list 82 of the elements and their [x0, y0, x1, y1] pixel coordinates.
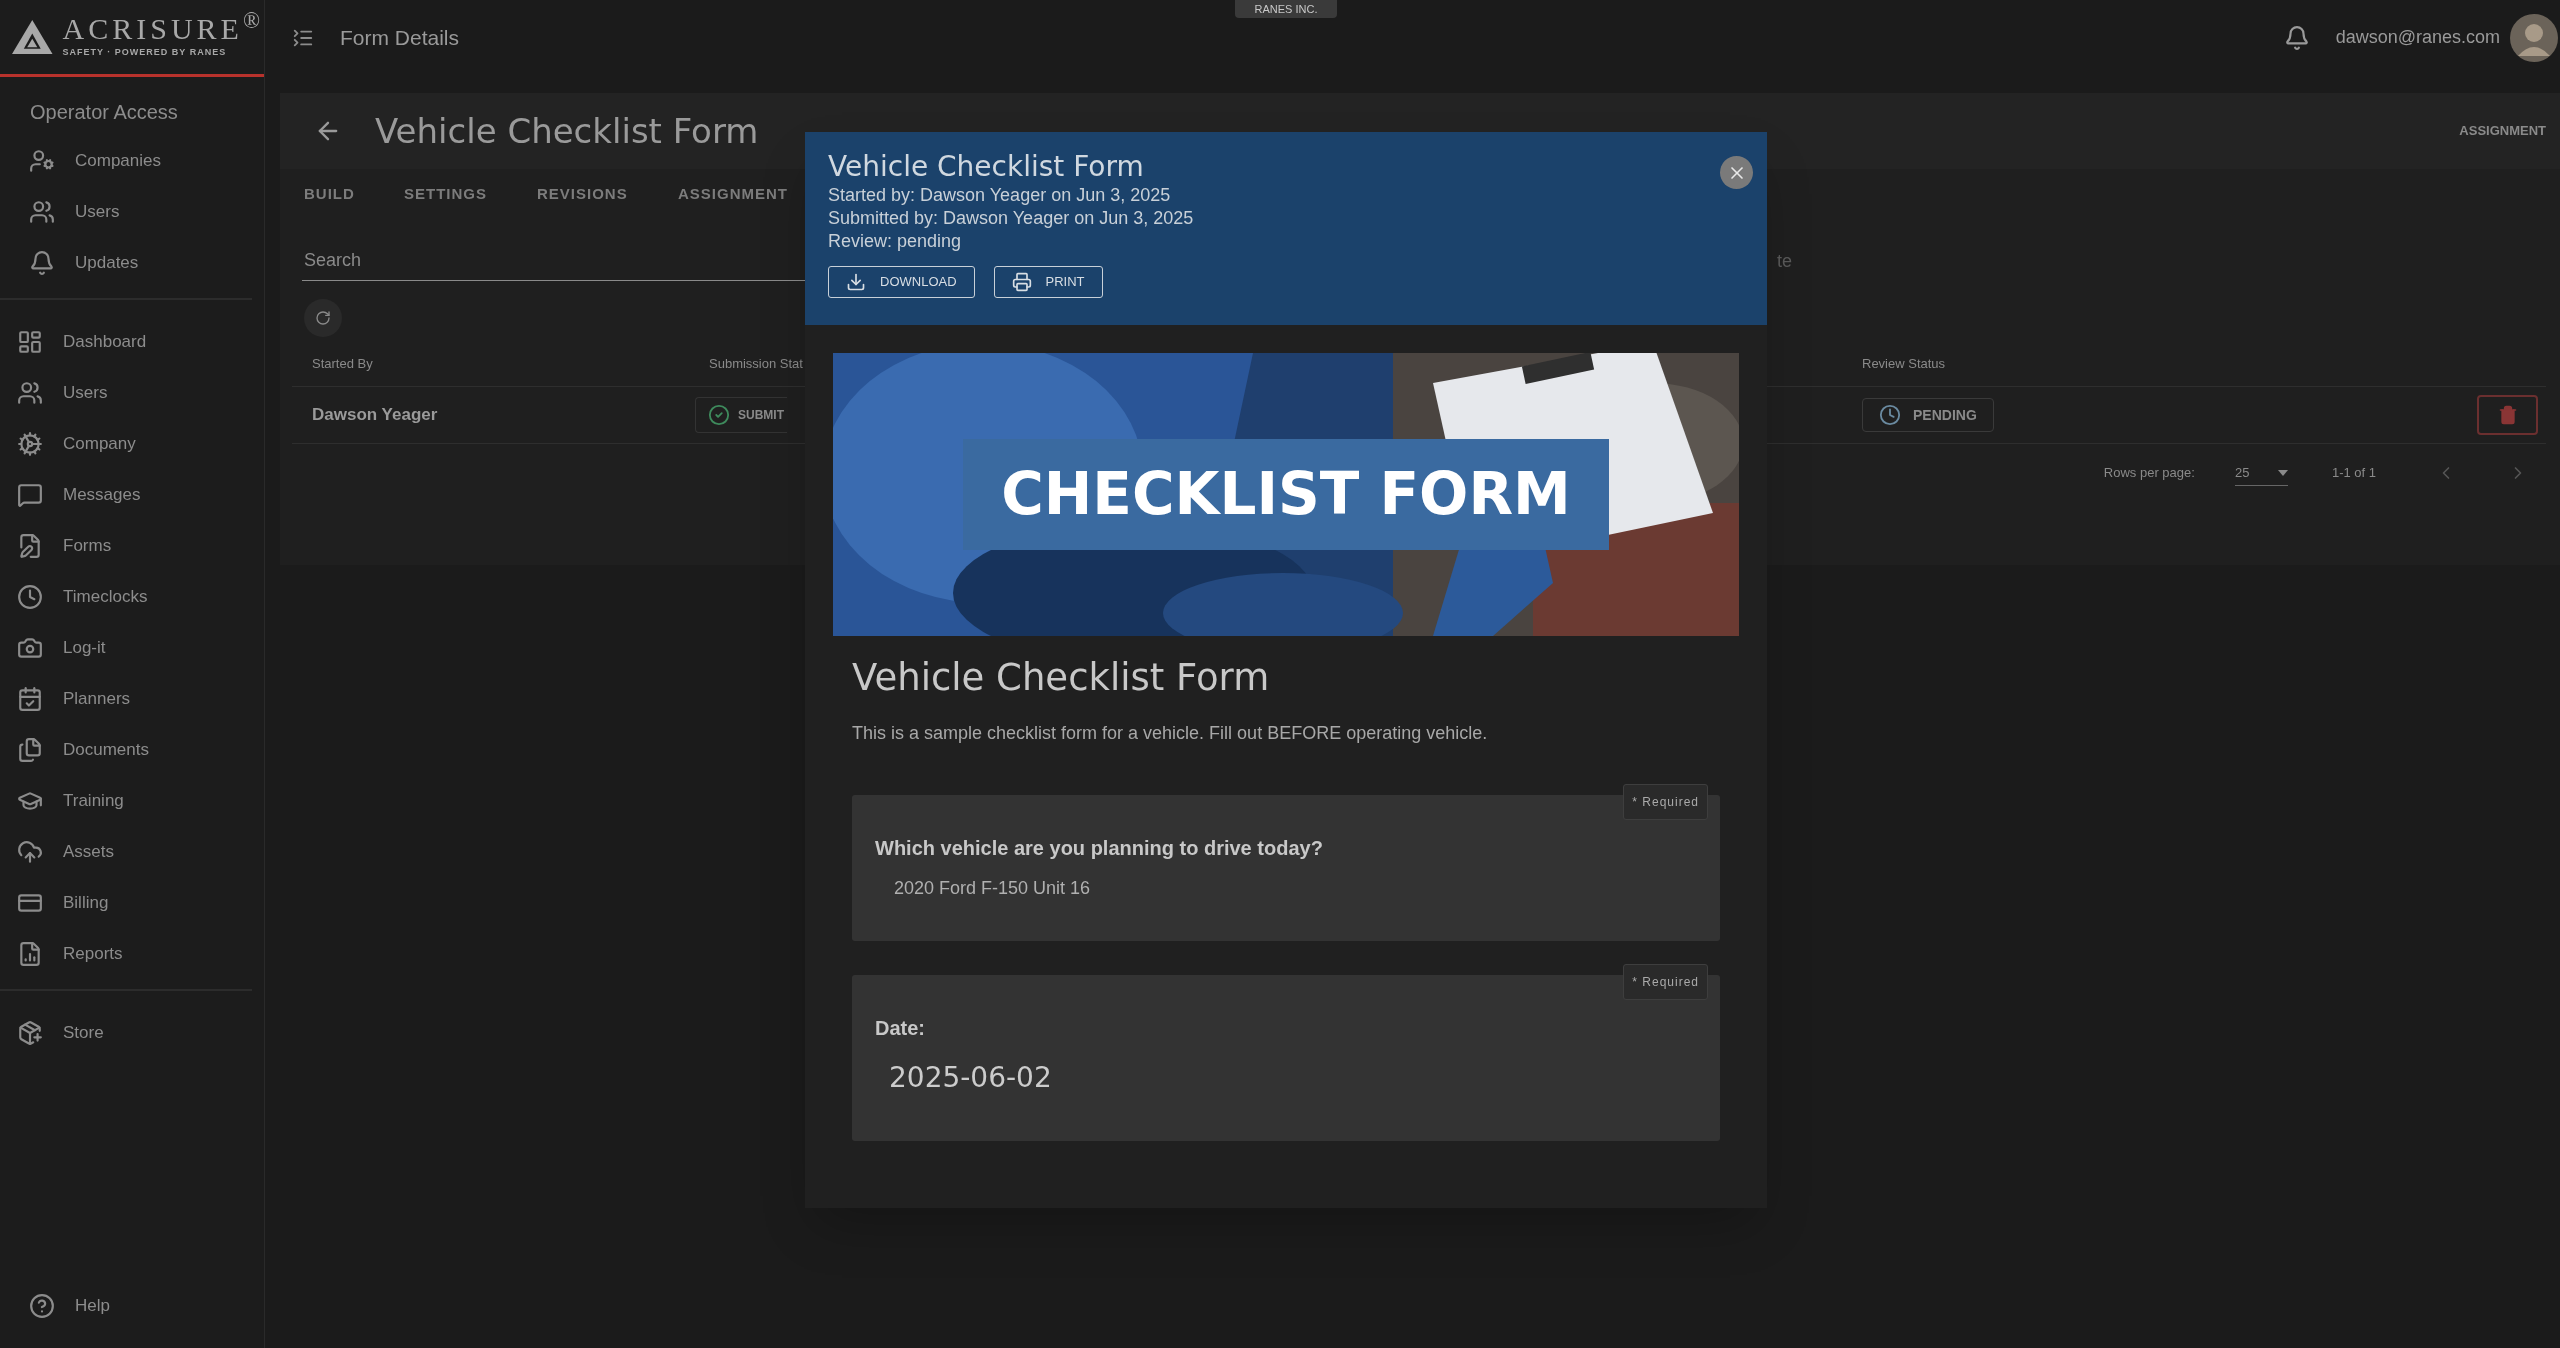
- form-heading: Vehicle Checklist Form: [852, 655, 1270, 701]
- sidebar-heading: Operator Access: [29, 100, 178, 125]
- sidebar-item[interactable]: Dashboard: [0, 316, 264, 367]
- print-button[interactable]: PRINT: [993, 266, 1103, 298]
- rows-per-page-label: Rows per page:: [2103, 464, 2195, 483]
- sidebar-item[interactable]: Timeclocks: [0, 571, 264, 622]
- tab[interactable]: BUILD: [304, 185, 355, 202]
- submission-meta: Review: pending: [828, 230, 962, 253]
- sidebar-item[interactable]: Forms: [0, 520, 264, 571]
- sidebar-item[interactable]: Assets: [0, 826, 264, 877]
- bell-icon: [29, 249, 55, 276]
- table-cell-text: Dawson Yeager: [312, 404, 438, 427]
- sidebar-item[interactable]: Users: [0, 186, 264, 237]
- avatar[interactable]: [2510, 13, 2558, 62]
- clock-icon: [17, 583, 43, 610]
- bell-icon[interactable]: [2283, 24, 2310, 51]
- sidebar-item[interactable]: Store: [0, 1007, 264, 1058]
- sidebar-item[interactable]: Companies: [0, 135, 264, 186]
- files-icon: [17, 736, 43, 763]
- required-tag: * Required: [1623, 783, 1708, 820]
- required-tag: * Required: [1623, 963, 1708, 1000]
- message-icon: [17, 481, 43, 508]
- close-button[interactable]: [1720, 156, 1753, 189]
- clock-icon: [1879, 404, 1901, 426]
- field-label: te: [1777, 250, 1792, 273]
- sidebar-item[interactable]: Billing: [0, 877, 264, 928]
- sidebar-item[interactable]: Company: [0, 418, 264, 469]
- tab[interactable]: ASSIGNMENT: [2459, 121, 2546, 141]
- check-circle-icon: [708, 404, 730, 426]
- sidebar-item[interactable]: Reports: [0, 928, 264, 979]
- submission-meta: Submitted by: Dawson Yeager on Jun 3, 2025: [828, 207, 1194, 230]
- download-icon: [846, 272, 866, 292]
- dashboard-icon: [17, 328, 43, 355]
- question-label: Which vehicle are you planning to drive today?: [875, 835, 1323, 861]
- file-pen-icon: [17, 532, 43, 559]
- download-button[interactable]: DOWNLOAD: [828, 266, 975, 298]
- trash-icon: [2497, 405, 2518, 425]
- page-range: 1-1 of 1: [2331, 464, 2376, 483]
- chart-file-icon: [17, 940, 43, 967]
- sidebar-item[interactable]: Messages: [0, 469, 264, 520]
- sidebar-item[interactable]: Help: [0, 1280, 264, 1331]
- logo-icon: [12, 17, 53, 57]
- refresh-icon: [315, 310, 331, 326]
- tab[interactable]: SETTINGS: [404, 185, 487, 202]
- logo-name: ACRISURE$^{®}$: [62, 14, 264, 45]
- dialog-title: Vehicle Checklist Form: [828, 150, 1144, 184]
- form-title: Vehicle Checklist Form: [375, 109, 759, 153]
- status-chip: PENDING: [1862, 398, 1994, 432]
- column-header: Review Status: [1862, 354, 1946, 373]
- form-description: This is a sample checklist form for a vehicle. Fill out BEFORE operating vehicle.: [852, 721, 1488, 745]
- sidebar-item[interactable]: Documents: [0, 724, 264, 775]
- banner-title: CHECKLIST FORM: [963, 439, 1609, 550]
- answer-value: 2020 Ford F-150 Unit 16: [894, 876, 1091, 900]
- status-chip: SUBMIT: [695, 397, 787, 433]
- column-header: Submission Stat: [709, 354, 803, 373]
- sidebar-item[interactable]: Training: [0, 775, 264, 826]
- printer-icon: [1011, 272, 1032, 292]
- company-badge: RANES INC.: [1235, 0, 1337, 18]
- caret-icon: [2277, 469, 2288, 476]
- question-label: Date:: [875, 1015, 925, 1041]
- sidebar-item[interactable]: Planners: [0, 673, 264, 724]
- submission-meta: Started by: Dawson Yeager on Jun 3, 2025: [828, 184, 1171, 207]
- help-icon: [29, 1292, 55, 1319]
- gear-icon: [17, 430, 43, 457]
- sidebar-item[interactable]: Users: [0, 367, 264, 418]
- users-icon: [17, 379, 43, 406]
- package-plus-icon: [17, 1019, 43, 1046]
- date-value: 2025-06-02: [889, 1059, 1052, 1096]
- user-gear-icon: [29, 147, 55, 174]
- tab[interactable]: REVISIONS: [537, 185, 628, 202]
- rows-per-page-select[interactable]: 25: [2234, 460, 2288, 486]
- calendar-check-icon: [17, 685, 43, 712]
- users-icon: [29, 198, 55, 225]
- logo-tagline: SAFETY · POWERED BY RANES: [62, 46, 228, 60]
- sidebar-item[interactable]: Log-it: [0, 622, 264, 673]
- cloud-upload-icon: [17, 838, 43, 865]
- page-title: Form Details: [340, 24, 460, 51]
- sidebar-item[interactable]: Updates: [0, 237, 264, 288]
- tab[interactable]: ASSIGNMENT: [678, 185, 788, 202]
- column-header: Started By: [312, 354, 373, 373]
- user-email: dawson@ranes.com: [2335, 26, 2500, 49]
- refresh-button[interactable]: [304, 299, 342, 337]
